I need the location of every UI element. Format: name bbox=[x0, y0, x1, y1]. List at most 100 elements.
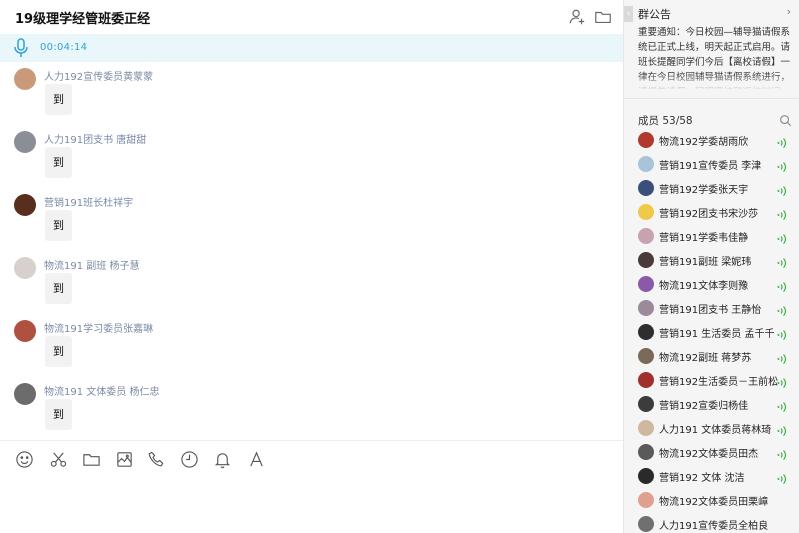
input-toolbar bbox=[0, 440, 623, 476]
avatar bbox=[638, 324, 654, 340]
message-item: 营销191班长杜祥宇 到 bbox=[0, 188, 623, 251]
avatar[interactable] bbox=[14, 68, 36, 90]
avatar bbox=[638, 228, 654, 244]
folder-icon[interactable] bbox=[594, 8, 612, 26]
message-sender[interactable]: 营销191班长杜祥宇 bbox=[44, 194, 133, 209]
avatar[interactable] bbox=[14, 257, 36, 279]
member-item[interactable]: 物流192学委胡雨欣 bbox=[624, 128, 799, 152]
message-sender[interactable]: 人力191团支书 唐甜甜 bbox=[44, 131, 146, 146]
message-input[interactable] bbox=[0, 476, 623, 533]
chat-title: 19级理学经管班委正经 bbox=[15, 12, 151, 27]
avatar bbox=[638, 396, 654, 412]
divider bbox=[624, 98, 799, 99]
member-name: 物流191文体李则豫 bbox=[659, 281, 749, 292]
member-name: 营销191学委韦佳静 bbox=[659, 233, 749, 244]
avatar bbox=[638, 300, 654, 316]
message-bubble: 到 bbox=[45, 147, 72, 178]
member-name: 营销192宣委归杨佳 bbox=[659, 401, 749, 412]
member-item[interactable]: 物流191文体李则豫 bbox=[624, 272, 799, 296]
group-side-panel: ‹ 群公告 › 重要通知：今日校园—辅导猫请假系统已正式上线，明天起正式启用。请… bbox=[623, 0, 799, 533]
speaker-icon bbox=[776, 206, 788, 220]
member-name: 营销192团支书宋沙莎 bbox=[659, 209, 759, 220]
emoji-icon[interactable] bbox=[15, 450, 34, 469]
chat-header: 19级理学经管班委正经 bbox=[0, 0, 623, 34]
member-item[interactable]: 营销191 生活委员 孟千千 bbox=[624, 320, 799, 344]
avatar bbox=[638, 372, 654, 388]
member-item[interactable]: 营销192团支书宋沙莎 bbox=[624, 200, 799, 224]
avatar bbox=[638, 468, 654, 484]
avatar bbox=[638, 252, 654, 268]
message-item: 人力192宣传委员黄蒙蒙 到 bbox=[0, 62, 623, 125]
message-sender[interactable]: 物流191 副班 杨子慧 bbox=[44, 257, 139, 272]
message-bubble: 到 bbox=[45, 399, 72, 430]
avatar bbox=[638, 444, 654, 460]
message-sender[interactable]: 物流191 文体委员 杨仁忠 bbox=[44, 383, 159, 398]
speaker-icon bbox=[776, 446, 788, 460]
member-item[interactable]: 营销191宣传委员 李津 bbox=[624, 152, 799, 176]
group-notice-title: 群公告 bbox=[638, 8, 671, 21]
voice-call-bar[interactable]: 00:04:14 bbox=[0, 34, 623, 62]
member-item[interactable]: 营销192学委张天宇 bbox=[624, 176, 799, 200]
member-item[interactable]: 物流192文体委员田杰 bbox=[624, 440, 799, 464]
phone-icon[interactable] bbox=[147, 450, 166, 469]
speaker-icon bbox=[776, 230, 788, 244]
clock-icon[interactable] bbox=[180, 450, 199, 469]
member-item[interactable]: 营销191学委韦佳静 bbox=[624, 224, 799, 248]
member-item[interactable]: 人力191 文体委员蒋林琦 bbox=[624, 416, 799, 440]
message-bubble: 到 bbox=[45, 210, 72, 241]
message-item: 物流191 副班 杨子慧 到 bbox=[0, 251, 623, 314]
member-name: 物流192学委胡雨欣 bbox=[659, 137, 749, 148]
font-icon[interactable] bbox=[247, 450, 266, 469]
member-item[interactable]: 营销191团支书 王静怡 bbox=[624, 296, 799, 320]
member-item[interactable]: 营销191副班 梁妮玮 bbox=[624, 248, 799, 272]
avatar[interactable] bbox=[14, 383, 36, 405]
speaker-icon bbox=[776, 470, 788, 484]
speaker-icon bbox=[776, 326, 788, 340]
member-name: 物流192文体委员田杰 bbox=[659, 449, 759, 460]
avatar[interactable] bbox=[14, 131, 36, 153]
member-name: 营销192 文体 沈洁 bbox=[659, 473, 745, 484]
speaker-icon bbox=[776, 278, 788, 292]
avatar bbox=[638, 156, 654, 172]
member-item[interactable]: 营销192 文体 沈洁 bbox=[624, 464, 799, 488]
folder-icon[interactable] bbox=[82, 450, 101, 469]
member-item[interactable]: 物流192文体委员田栗嶂 bbox=[624, 488, 799, 512]
avatar[interactable] bbox=[14, 194, 36, 216]
speaker-icon bbox=[776, 182, 788, 196]
avatar[interactable] bbox=[14, 320, 36, 342]
speaker-icon bbox=[776, 254, 788, 268]
avatar bbox=[638, 492, 654, 508]
chat-panel: 19级理学经管班委正经 00:04:14 人力192宣传委员黄蒙蒙 到 人力19… bbox=[0, 0, 623, 533]
member-name: 营销192生活委员－王前松 bbox=[659, 377, 779, 388]
speaker-icon bbox=[776, 422, 788, 436]
message-sender[interactable]: 物流191学习委员张嘉琳 bbox=[44, 320, 153, 335]
member-name: 营销191宣传委员 李津 bbox=[659, 161, 762, 172]
member-item[interactable]: 人力191宣传委员全柏良 bbox=[624, 512, 799, 533]
message-sender[interactable]: 人力192宣传委员黄蒙蒙 bbox=[44, 68, 153, 83]
avatar bbox=[638, 204, 654, 220]
message-list: 人力192宣传委员黄蒙蒙 到 人力191团支书 唐甜甜 到 营销191班长杜祥宇… bbox=[0, 62, 623, 440]
speaker-icon bbox=[776, 374, 788, 388]
search-icon[interactable] bbox=[779, 112, 792, 127]
member-item[interactable]: 营销192宣委归杨佳 bbox=[624, 392, 799, 416]
chevron-right-icon[interactable]: › bbox=[787, 5, 791, 18]
speaker-icon bbox=[776, 158, 788, 172]
notice-fade bbox=[638, 73, 794, 91]
bell-icon[interactable] bbox=[213, 450, 232, 469]
member-name: 营销191团支书 王静怡 bbox=[659, 305, 762, 316]
collapse-panel-button[interactable]: ‹ bbox=[624, 6, 633, 22]
message-bubble: 到 bbox=[45, 84, 72, 115]
message-bubble: 到 bbox=[45, 336, 72, 367]
avatar bbox=[638, 132, 654, 148]
microphone-icon[interactable] bbox=[13, 38, 29, 58]
scissors-icon[interactable] bbox=[49, 450, 68, 469]
image-icon[interactable] bbox=[115, 450, 134, 469]
member-item[interactable]: 营销192生活委员－王前松 bbox=[624, 368, 799, 392]
add-person-icon[interactable] bbox=[568, 8, 586, 26]
member-name: 人力191宣传委员全柏良 bbox=[659, 521, 769, 532]
members-count: 成员 53/58 bbox=[638, 115, 693, 127]
member-item[interactable]: 物流192副班 蒋梦苏 bbox=[624, 344, 799, 368]
speaker-icon bbox=[776, 350, 788, 364]
avatar bbox=[638, 276, 654, 292]
avatar bbox=[638, 516, 654, 532]
